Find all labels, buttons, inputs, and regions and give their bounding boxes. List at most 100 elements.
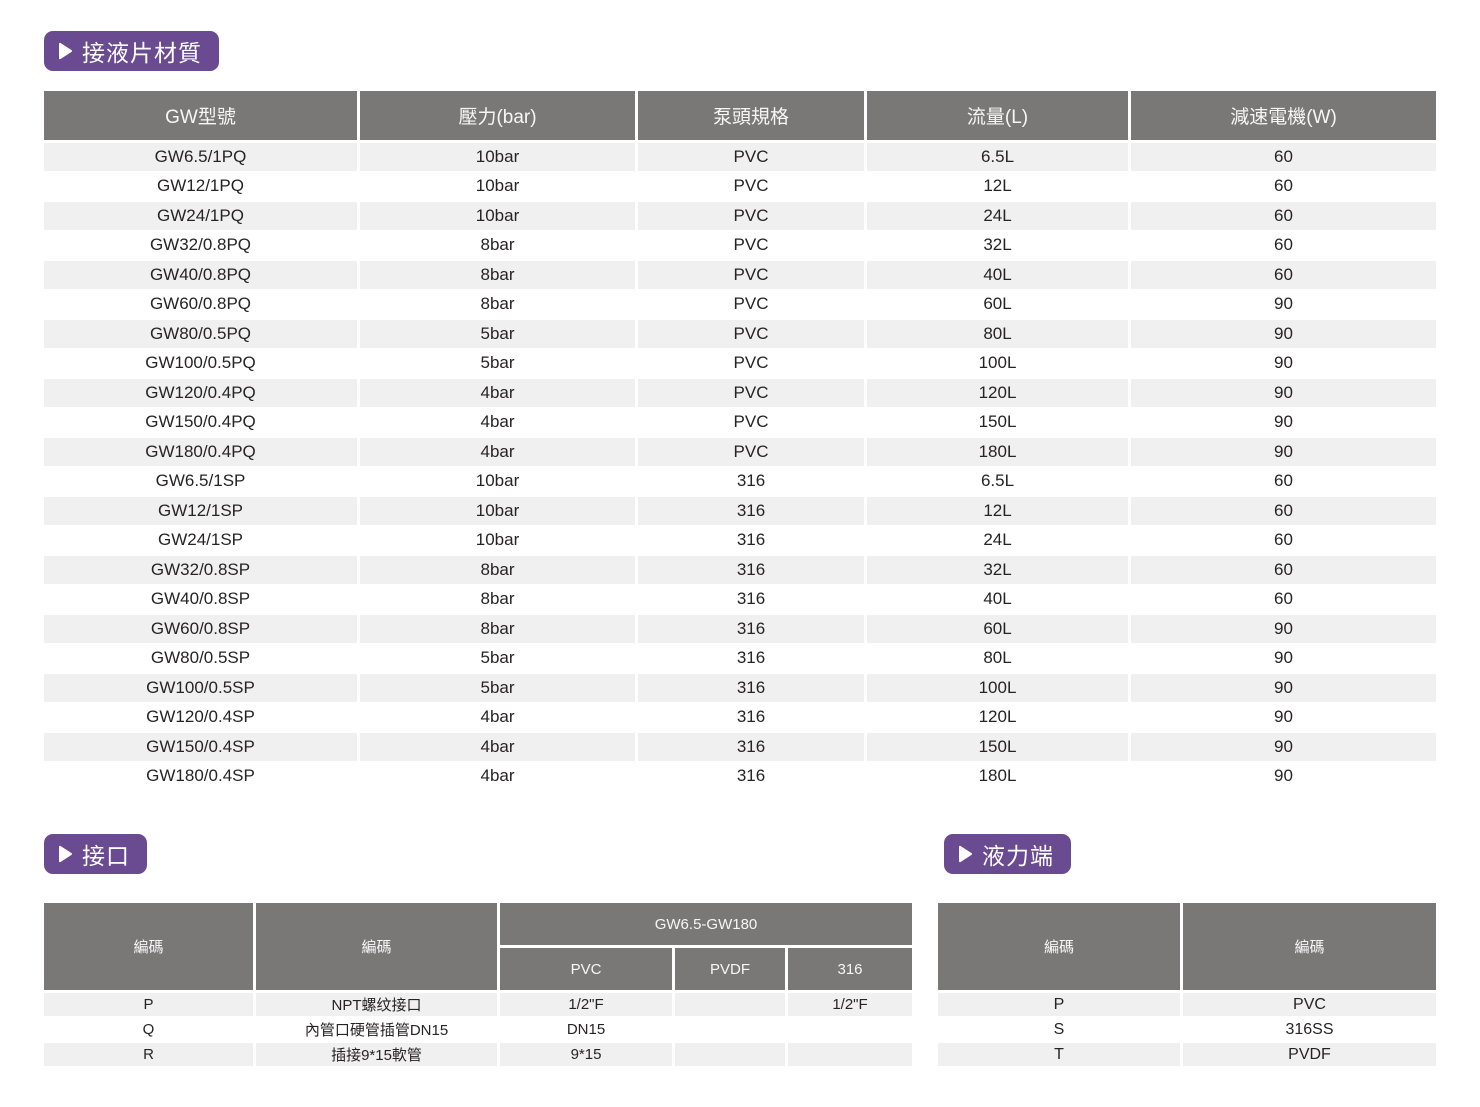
table-cell: 316 <box>638 556 867 586</box>
column-header: GW型號 <box>44 91 360 143</box>
table-row: GW100/0.5PQ5barPVC100L90 <box>44 350 1436 380</box>
table-cell: GW100/0.5PQ <box>44 350 360 380</box>
table-row: GW6.5/1PQ10barPVC6.5L60 <box>44 143 1436 173</box>
table-cell: 40L <box>867 586 1131 616</box>
table-cell: 6.5L <box>867 143 1131 173</box>
table-cell: 90 <box>1131 379 1436 409</box>
table-row: GW40/0.8SP8bar31640L60 <box>44 586 1436 616</box>
table-row: GW32/0.8PQ8barPVC32L60 <box>44 232 1436 262</box>
table-cell: 60 <box>1131 232 1436 262</box>
table-cell: 316 <box>638 704 867 734</box>
table-cell: GW180/0.4PQ <box>44 438 360 468</box>
table-cell: 10bar <box>360 173 638 203</box>
table-cell <box>675 993 788 1018</box>
section-title-wetted-parts: 接液片材質 <box>82 34 202 68</box>
table-cell: 150L <box>867 733 1131 763</box>
table-cell: 10bar <box>360 497 638 527</box>
table-cell: 90 <box>1131 645 1436 675</box>
table-cell: GW80/0.5PQ <box>44 320 360 350</box>
table-cell: 100L <box>867 674 1131 704</box>
table-cell: 8bar <box>360 261 638 291</box>
table-cell: 120L <box>867 379 1131 409</box>
table-cell: GW6.5/1SP <box>44 468 360 498</box>
table-cell: 60 <box>1131 586 1436 616</box>
table-cell: 32L <box>867 556 1131 586</box>
table-cell: 32L <box>867 232 1131 262</box>
table-cell: 316 <box>638 468 867 498</box>
table-cell: 10bar <box>360 202 638 232</box>
table-cell: 180L <box>867 763 1131 793</box>
header-row: 編碼 編碼 GW6.5-GW180 <box>44 903 912 948</box>
table-cell: PVC <box>638 438 867 468</box>
table-cell: 60 <box>1131 497 1436 527</box>
table-cell: GW80/0.5SP <box>44 645 360 675</box>
table-cell <box>788 1043 912 1068</box>
table-cell: GW40/0.8SP <box>44 586 360 616</box>
table-cell: 90 <box>1131 763 1436 793</box>
section-title-interface: 接口 <box>82 837 130 871</box>
table-cell: 4bar <box>360 438 638 468</box>
table-cell: 90 <box>1131 409 1436 439</box>
table-cell: 316 <box>638 497 867 527</box>
table-cell: 10bar <box>360 527 638 557</box>
column-header: 減速電機(W) <box>1131 91 1436 143</box>
table-cell: 100L <box>867 350 1131 380</box>
column-header: 編碼 <box>938 903 1183 993</box>
table-cell: 9*15 <box>500 1043 675 1068</box>
table-cell: 5bar <box>360 320 638 350</box>
table-cell: PVC <box>638 202 867 232</box>
table-cell: 90 <box>1131 615 1436 645</box>
table-row: TPVDF <box>938 1043 1436 1068</box>
table-cell: 5bar <box>360 350 638 380</box>
table-cell: PVC <box>638 320 867 350</box>
table-row: PNPT螺纹接口1/2"F1/2"F <box>44 993 912 1018</box>
table-row: GW100/0.5SP5bar316100L90 <box>44 674 1436 704</box>
column-header-code-1: 編碼 <box>44 903 256 993</box>
table-cell: 180L <box>867 438 1131 468</box>
table-cell: 120L <box>867 704 1131 734</box>
table-cell: 1/2"F <box>500 993 675 1018</box>
column-header: 壓力(bar) <box>360 91 638 143</box>
table-row: GW12/1PQ10barPVC12L60 <box>44 173 1436 203</box>
table-cell: P <box>938 993 1183 1018</box>
table-cell: 316 <box>638 645 867 675</box>
column-header-group: GW6.5-GW180 <box>500 903 912 948</box>
table-cell: T <box>938 1043 1183 1068</box>
table-cell: 316 <box>638 527 867 557</box>
table-cell: GW150/0.4SP <box>44 733 360 763</box>
table-cell: 1/2"F <box>788 993 912 1018</box>
table-cell: 24L <box>867 527 1131 557</box>
table-cell: 90 <box>1131 320 1436 350</box>
column-header-316: 316 <box>788 948 912 993</box>
column-header: 編碼 <box>1183 903 1436 993</box>
table-cell: 內管口硬管插管DN15 <box>256 1018 500 1043</box>
table-cell: 10bar <box>360 143 638 173</box>
table-row: GW24/1PQ10barPVC24L60 <box>44 202 1436 232</box>
table-cell: 316 <box>638 674 867 704</box>
table-cell: 60 <box>1131 261 1436 291</box>
table-row: GW60/0.8PQ8barPVC60L90 <box>44 291 1436 321</box>
table-cell: Q <box>44 1018 256 1043</box>
table-cell: 24L <box>867 202 1131 232</box>
table-cell: 316 <box>638 586 867 616</box>
table-cell: S <box>938 1018 1183 1043</box>
table-cell: 60 <box>1131 202 1436 232</box>
table-cell: PVDF <box>1183 1043 1436 1068</box>
table-cell: 12L <box>867 173 1131 203</box>
table-row: GW80/0.5SP5bar31680L90 <box>44 645 1436 675</box>
table-cell: 316 <box>638 763 867 793</box>
table-cell: 316SS <box>1183 1018 1436 1043</box>
table-cell: GW40/0.8PQ <box>44 261 360 291</box>
table-cell: 90 <box>1131 350 1436 380</box>
column-header: 流量(L) <box>867 91 1131 143</box>
table-cell: 150L <box>867 409 1131 439</box>
table-cell: R <box>44 1043 256 1068</box>
table-cell: 90 <box>1131 733 1436 763</box>
table-cell: GW120/0.4PQ <box>44 379 360 409</box>
hydraulic-end-table: 編碼編碼 PPVCS316SSTPVDF <box>938 903 1436 1068</box>
table-cell: PVC <box>638 232 867 262</box>
table-cell: GW32/0.8SP <box>44 556 360 586</box>
column-header-pvc: PVC <box>500 948 675 993</box>
table-cell: 5bar <box>360 645 638 675</box>
table-cell: GW32/0.8PQ <box>44 232 360 262</box>
